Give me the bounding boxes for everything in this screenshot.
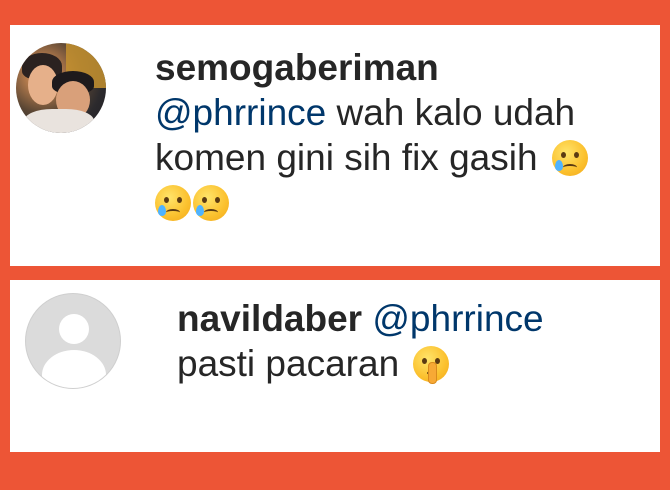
default-avatar-icon[interactable]	[25, 293, 121, 389]
comment-text: semogaberiman @phrrince wah kalo udah ko…	[155, 45, 645, 225]
avatar-shirt	[24, 109, 94, 133]
comment-card-1: semogaberiman @phrrince wah kalo udah ko…	[10, 25, 660, 266]
shushing-face-icon	[413, 346, 450, 384]
avatar-head-shape	[59, 314, 89, 344]
avatar[interactable]	[16, 43, 106, 133]
comment-card-2: navildaber @phrrince pasti pacaran	[10, 280, 660, 452]
smiling-face-with-tear-icon	[155, 185, 191, 221]
username[interactable]: semogaberiman	[155, 47, 439, 88]
smiling-face-with-tear-icon	[551, 140, 588, 176]
mention-link[interactable]: @phrrince	[155, 92, 326, 133]
comment-body: wah kalo udah	[326, 92, 576, 133]
comment-body: pasti pacaran	[177, 343, 400, 384]
comment-text: navildaber @phrrince pasti pacaran	[177, 296, 647, 386]
mention-link[interactable]: @phrrince	[372, 298, 543, 339]
smiling-face-with-tear-icon	[193, 185, 229, 221]
comment-body: komen gini sih fix gasih	[155, 137, 538, 178]
avatar-body-shape	[42, 350, 106, 388]
username[interactable]: navildaber	[177, 298, 362, 339]
